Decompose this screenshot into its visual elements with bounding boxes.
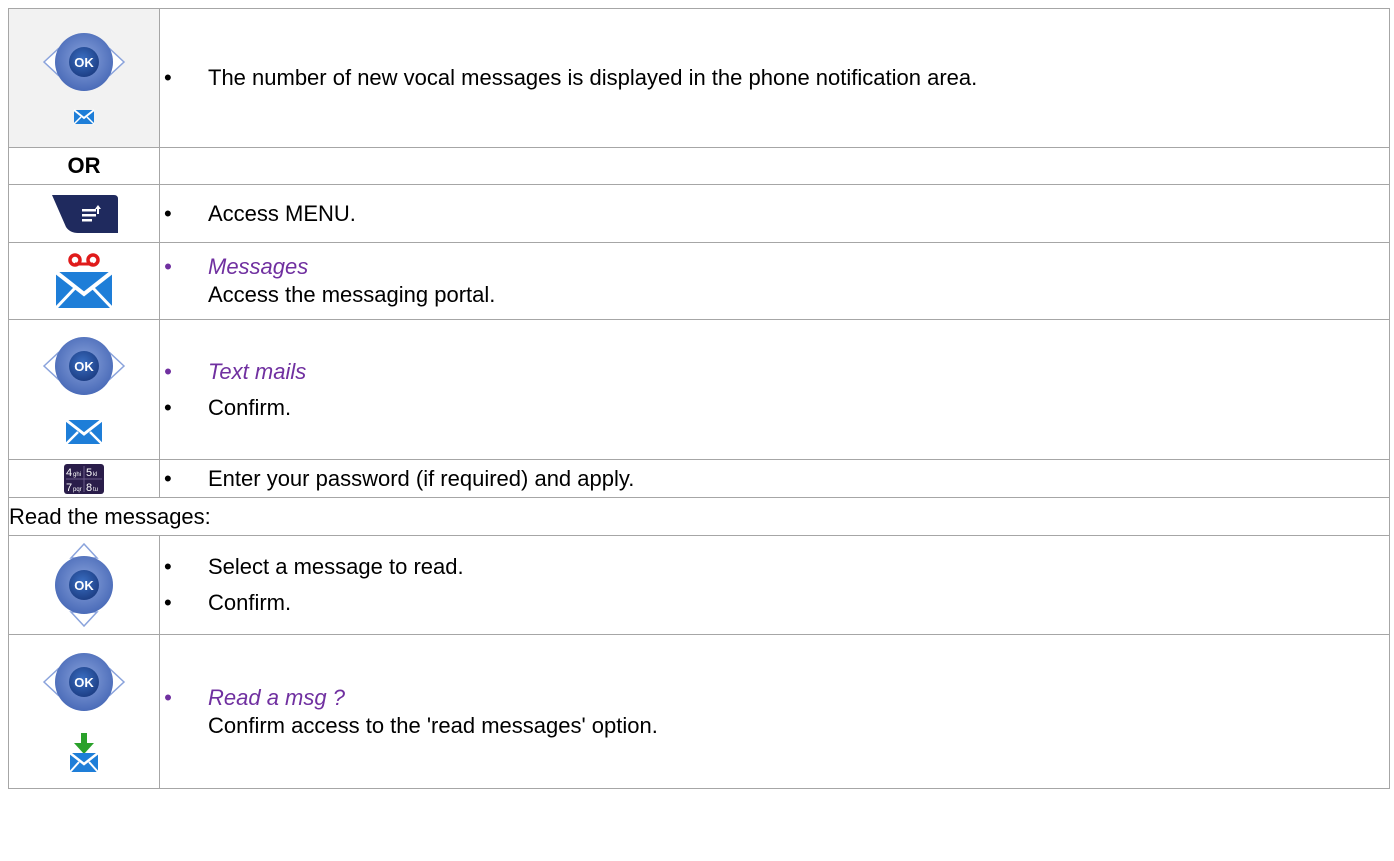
ok-navigator-left-right-icon: OK — [42, 336, 126, 395]
keypad-icon: 4 ghi 5 kl 7 pqr 8 tu — [64, 463, 104, 494]
text-cell: The number of new vocal messages is disp… — [159, 8, 1390, 148]
svg-text:OK: OK — [74, 359, 94, 374]
svg-text:ghi: ghi — [73, 472, 81, 478]
step-row: OK Select a message to read. Confirm. — [8, 535, 1390, 635]
option-label: Read a msg ? — [160, 684, 1389, 712]
voicemail-icon — [54, 253, 114, 310]
icon-cell: OK — [8, 319, 160, 460]
svg-text:4: 4 — [66, 467, 72, 479]
icon-cell: 4 ghi 5 kl 7 pqr 8 tu — [8, 459, 160, 498]
step-text: The number of new vocal messages is disp… — [160, 64, 1389, 92]
text-cell: Access MENU. — [159, 184, 1390, 243]
step-row: OK The number of new vocal messages is d… — [8, 8, 1390, 148]
step-detail: Confirm access to the 'read messages' op… — [208, 712, 658, 738]
or-cell: OR — [8, 147, 160, 185]
section-row: Read the messages: — [8, 497, 1390, 536]
text-cell: Read a msg ? Confirm access to the 'read… — [159, 634, 1390, 789]
icon-cell — [8, 184, 160, 243]
step-row: OK Text mails Confirm. — [8, 319, 1390, 460]
icon-cell: OK — [8, 634, 160, 789]
or-label: OR — [67, 153, 101, 178]
step-row: OK Read a msg ? Confirm access to the 'r… — [8, 634, 1390, 789]
step-row: Messages Access the messaging portal. — [8, 242, 1390, 320]
ok-navigator-left-right-icon: OK — [42, 652, 126, 711]
text-cell: Text mails Confirm. — [159, 319, 1390, 460]
step-row: Access MENU. — [8, 184, 1390, 243]
icon-cell — [8, 242, 160, 320]
ok-navigator-up-down-icon: OK — [55, 542, 113, 628]
svg-text:7: 7 — [66, 482, 72, 494]
option-label: Text mails — [160, 358, 1389, 386]
step-text: Confirm. — [160, 589, 1389, 617]
step-text: Access MENU. — [160, 200, 1389, 228]
svg-text:OK: OK — [74, 578, 94, 593]
svg-text:OK: OK — [74, 55, 94, 70]
text-cell: Messages Access the messaging portal. — [159, 242, 1390, 320]
step-row: 4 ghi 5 kl 7 pqr 8 tu Enter your passwor… — [8, 459, 1390, 498]
instruction-table: OK The number of new vocal messages is d… — [8, 8, 1390, 789]
mail-icon — [65, 418, 103, 445]
or-row: OR — [8, 147, 1390, 185]
step-text: Enter your password (if required) and ap… — [160, 465, 1389, 493]
download-mail-icon — [69, 732, 99, 773]
empty-cell — [159, 147, 1390, 185]
mail-icon — [73, 109, 95, 125]
option-label: Messages — [160, 253, 1389, 281]
menu-key-icon — [52, 194, 118, 233]
section-heading: Read the messages: — [8, 497, 1390, 536]
ok-navigator-left-right-icon: OK — [42, 33, 126, 91]
step-text: Confirm. — [160, 394, 1389, 422]
svg-text:tu: tu — [93, 487, 98, 493]
icon-cell: OK — [8, 8, 160, 148]
svg-text:kl: kl — [93, 472, 97, 478]
svg-text:5: 5 — [86, 467, 92, 479]
svg-text:8: 8 — [86, 482, 92, 494]
text-cell: Enter your password (if required) and ap… — [159, 459, 1390, 498]
svg-text:pqr: pqr — [73, 487, 82, 493]
svg-text:OK: OK — [74, 675, 94, 690]
step-text: Select a message to read. — [160, 553, 1389, 581]
icon-cell: OK — [8, 535, 160, 635]
text-cell: Select a message to read. Confirm. — [159, 535, 1390, 635]
step-detail: Access the messaging portal. — [208, 282, 496, 307]
